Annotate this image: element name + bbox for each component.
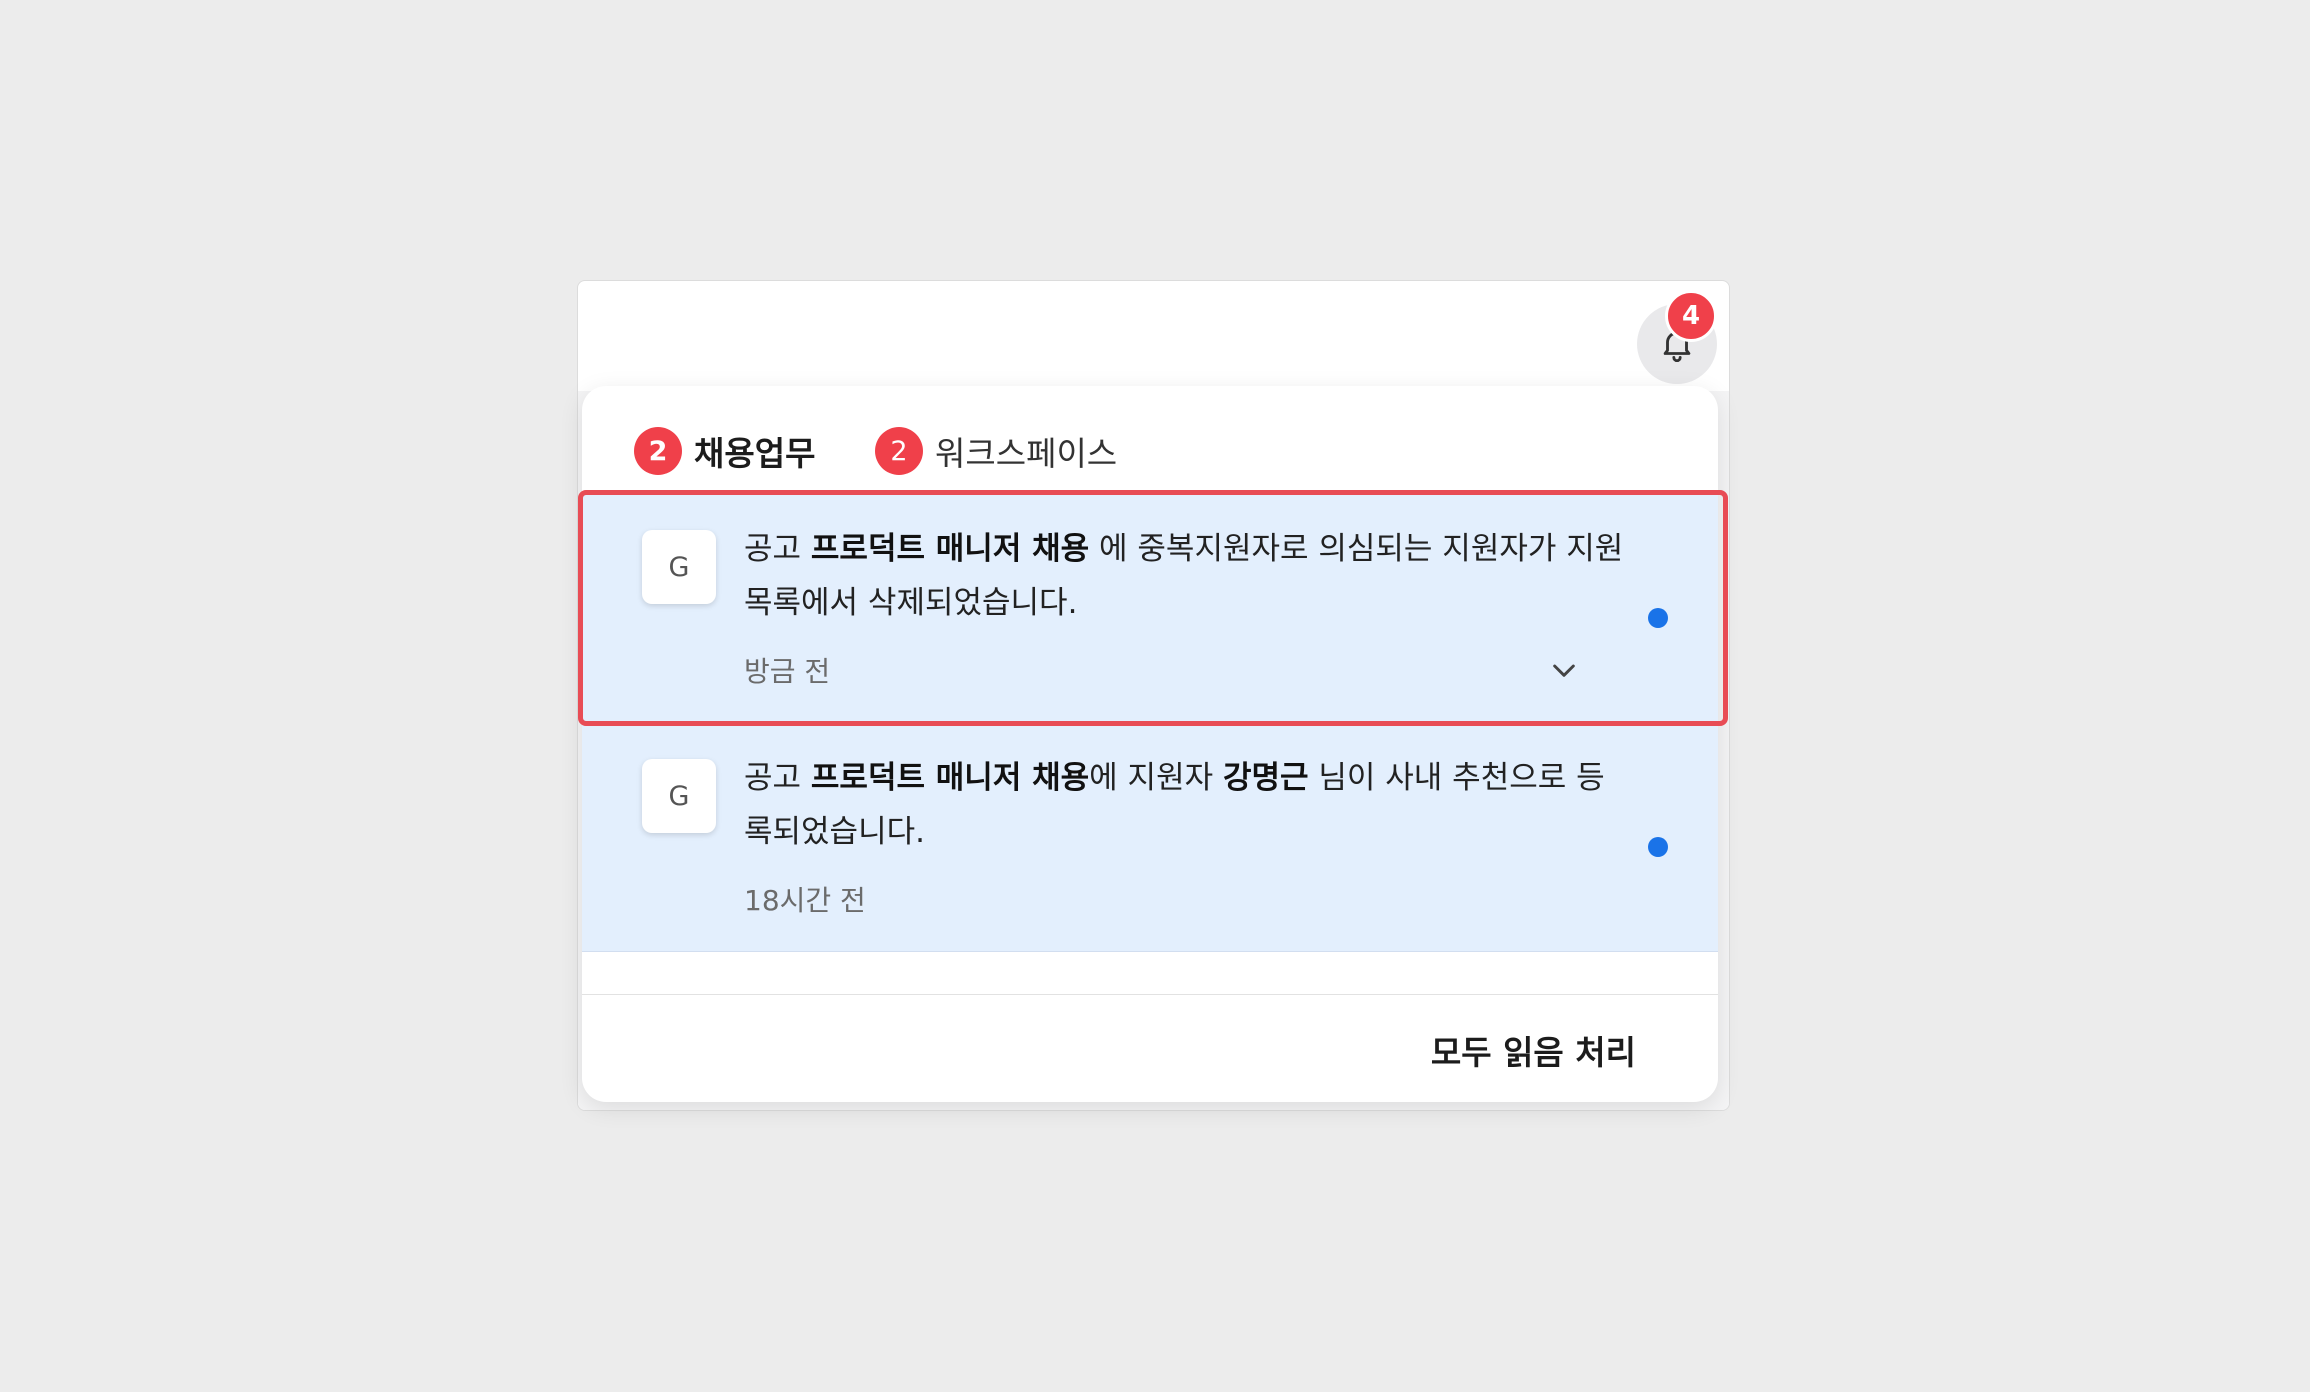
- tab-count-badge: 2: [634, 427, 682, 475]
- job-posting-name: 프로덕트 매니저 채용: [810, 531, 1090, 567]
- notification-list: G 공고 프로덕트 매니저 채용 에 중복지원자로 의심되는 지원자가 지원목록…: [582, 494, 1718, 952]
- notification-item[interactable]: G 공고 프로덕트 매니저 채용에 지원자 강명근 님이 사내 추천으로 등록되…: [582, 723, 1718, 952]
- company-avatar: G: [642, 530, 716, 604]
- footer-divider: [582, 994, 1718, 995]
- notification-message: 공고 프로덕트 매니저 채용 에 중복지원자로 의심되는 지원자가 지원목록에서…: [744, 522, 1624, 630]
- tab-label: 채용업무: [694, 434, 816, 473]
- tab-workspace[interactable]: 2 워크스페이스: [875, 416, 1117, 486]
- notification-item[interactable]: G 공고 프로덕트 매니저 채용 에 중복지원자로 의심되는 지원자가 지원목록…: [582, 494, 1718, 723]
- notification-time: 18시간 전: [744, 884, 866, 917]
- message-text: 공고: [744, 531, 811, 567]
- unread-dot: [1648, 608, 1668, 628]
- notification-panel: 2 채용업무 2 워크스페이스 G 공고 프로덕트 매니저 채용 에 중복지원자…: [582, 386, 1718, 1102]
- notification-message: 공고 프로덕트 매니저 채용에 지원자 강명근 님이 사내 추천으로 등록되었습…: [744, 751, 1624, 859]
- tab-count-badge: 2: [875, 427, 923, 475]
- notification-time: 방금 전: [744, 655, 831, 688]
- mark-all-read-button[interactable]: 모두 읽음 처리: [1431, 1026, 1636, 1074]
- unread-dot: [1648, 837, 1668, 857]
- company-avatar: G: [642, 759, 716, 833]
- chevron-down-icon[interactable]: [1548, 654, 1580, 686]
- message-text: 에 지원자: [1089, 760, 1223, 796]
- applicant-name: 강명근: [1222, 760, 1309, 796]
- tab-recruiting[interactable]: 2 채용업무: [634, 416, 815, 486]
- notification-count-badge: 4: [1665, 290, 1717, 342]
- notification-tabs: 2 채용업무 2 워크스페이스: [582, 386, 1718, 494]
- tab-label: 워크스페이스: [935, 434, 1118, 473]
- job-posting-name: 프로덕트 매니저 채용: [810, 760, 1090, 796]
- message-text: 공고: [744, 760, 811, 796]
